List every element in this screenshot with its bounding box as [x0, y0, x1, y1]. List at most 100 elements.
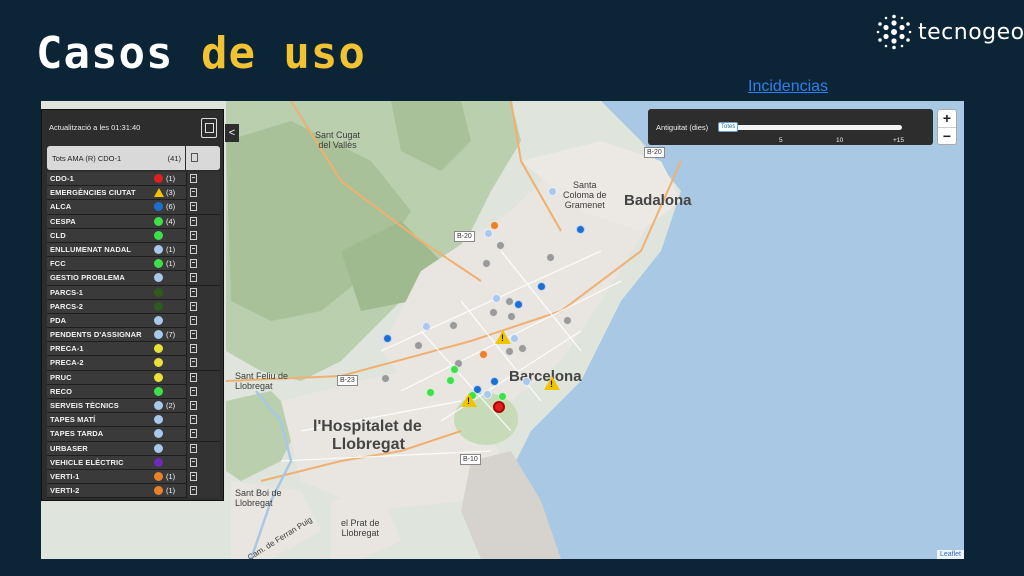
layer-row[interactable]: TAPES TARDA — [47, 427, 220, 442]
layer-row[interactable]: PRECA-2 — [47, 356, 220, 371]
incident-marker-alca[interactable] — [490, 377, 499, 386]
layer-row[interactable]: RECO — [47, 384, 220, 399]
layer-label: VERTI-1 — [50, 471, 80, 481]
map-view[interactable]: Sant Cugat del Vallès Santa Coloma de Gr… — [41, 101, 964, 559]
layer-row[interactable]: ENLLUMENAT NADAL (1) — [47, 242, 220, 258]
warning-marker-emergencies[interactable]: ! — [544, 376, 560, 390]
incident-marker-grey[interactable] — [449, 321, 458, 330]
incident-marker-grey[interactable] — [505, 347, 514, 356]
layer-row[interactable]: GESTIO PROBLEMA — [47, 271, 220, 286]
incident-marker-alca[interactable] — [576, 225, 585, 234]
layer-row[interactable]: PENDENTS D'ASSIGNAR (7) — [47, 328, 220, 343]
layer-doc-button[interactable] — [186, 384, 220, 399]
incident-marker-pendent[interactable] — [422, 322, 431, 331]
layer-row[interactable]: FCC (1) — [47, 257, 220, 272]
layer-doc-button[interactable] — [186, 370, 220, 385]
layer-doc-button[interactable] — [186, 242, 220, 257]
layer-row[interactable]: ALCA (6) — [47, 200, 220, 215]
incident-marker-grey[interactable] — [507, 312, 516, 321]
age-filter-handle[interactable]: Totes — [718, 122, 739, 132]
incident-marker-alca[interactable] — [383, 334, 392, 343]
incident-marker-cespa[interactable] — [426, 388, 435, 397]
layer-row[interactable]: VERTI-1 (1) — [47, 469, 220, 485]
incident-marker-cespa[interactable] — [450, 365, 459, 374]
layer-doc-button[interactable] — [186, 484, 220, 499]
road-label-b20: B-20 — [454, 231, 475, 242]
incident-marker-grey[interactable] — [496, 241, 505, 250]
layer-row[interactable]: PRECA-1 — [47, 342, 220, 357]
layer-color-dot — [154, 174, 163, 183]
incident-marker-pendent[interactable] — [510, 334, 519, 343]
layer-row[interactable]: EMERGÈNCIES CIUTAT (3) — [47, 186, 220, 201]
all-layers-doc-button[interactable] — [186, 146, 220, 170]
incident-marker-cespa[interactable] — [498, 392, 507, 401]
layer-row[interactable]: SERVEIS TÈCNICS (2) — [47, 399, 220, 414]
layer-doc-button[interactable] — [186, 200, 220, 215]
layer-row[interactable]: PARCS-2 — [47, 299, 220, 314]
layer-doc-button[interactable] — [186, 172, 220, 186]
zoom-control: + − — [937, 109, 957, 145]
layer-doc-button[interactable] — [186, 271, 220, 286]
layer-doc-button[interactable] — [186, 214, 220, 229]
incident-marker-grey[interactable] — [489, 308, 498, 317]
incident-marker-alca[interactable] — [537, 282, 546, 291]
layer-doc-button[interactable] — [186, 313, 220, 328]
incident-marker-pendent[interactable] — [492, 294, 501, 303]
incident-marker-pendent[interactable] — [522, 377, 531, 386]
layer-doc-button[interactable] — [186, 469, 220, 484]
layer-doc-button[interactable] — [186, 441, 220, 456]
incident-marker-alca[interactable] — [514, 300, 523, 309]
incident-marker-grey[interactable] — [505, 297, 514, 306]
layer-doc-button[interactable] — [186, 356, 220, 371]
layer-doc-button[interactable] — [186, 186, 220, 201]
incident-marker-grey[interactable] — [482, 259, 491, 268]
layer-doc-button[interactable] — [186, 257, 220, 272]
incident-marker-grey[interactable] — [563, 316, 572, 325]
layer-row[interactable]: CESPA (4) — [47, 214, 220, 229]
layer-doc-button[interactable] — [186, 299, 220, 314]
layer-doc-button[interactable] — [186, 427, 220, 442]
layer-doc-button[interactable] — [186, 285, 220, 300]
tecnogeo-dots-icon — [876, 14, 912, 50]
layer-row[interactable]: CLD — [47, 228, 220, 243]
incident-marker-pendent[interactable] — [483, 390, 492, 399]
incident-marker-grey[interactable] — [414, 341, 423, 350]
zoom-out-button[interactable]: − — [938, 127, 956, 144]
layer-doc-button[interactable] — [186, 399, 220, 413]
incident-marker-grey[interactable] — [381, 374, 390, 383]
layer-row[interactable]: TAPES MATÍ — [47, 413, 220, 428]
road-label-b20-north: B-20 — [644, 147, 665, 158]
incident-marker-cdo1[interactable] — [493, 401, 505, 413]
collapse-panel-button[interactable]: < — [225, 124, 239, 142]
layer-doc-button[interactable] — [186, 455, 220, 470]
incident-marker-pendent[interactable] — [548, 187, 557, 196]
layer-row[interactable]: CDO-1 (1) — [47, 172, 220, 187]
layer-count: (1) — [166, 486, 176, 496]
leaflet-attribution[interactable]: Leaflet — [936, 550, 964, 559]
incidencias-link[interactable]: Incidencias — [748, 78, 828, 96]
layer-doc-button[interactable] — [186, 342, 220, 357]
layer-label: GESTIO PROBLEMA — [50, 273, 125, 283]
layer-doc-button[interactable] — [186, 413, 220, 428]
zoom-in-button[interactable]: + — [938, 110, 956, 127]
layer-row[interactable]: VEHICLE ELÈCTRIC — [47, 455, 220, 470]
warning-marker-emergencies[interactable]: ! — [495, 330, 511, 344]
incident-marker-verti[interactable] — [490, 221, 499, 230]
layer-doc-button[interactable] — [186, 228, 220, 243]
warning-marker-emergencies[interactable]: ! — [461, 393, 477, 407]
incident-marker-grey[interactable] — [546, 253, 555, 262]
layer-row[interactable]: PDA — [47, 313, 220, 329]
layer-row[interactable]: PRUC — [47, 370, 220, 385]
layer-row[interactable]: PARCS-1 — [47, 285, 220, 300]
all-layers-row[interactable]: Tots AMA (R) CDO-1 (41) — [47, 146, 185, 170]
layer-row[interactable]: VERTI-2 (1) — [47, 484, 220, 499]
incident-marker-cespa[interactable] — [446, 376, 455, 385]
layer-label: TAPES MATÍ — [50, 415, 96, 425]
export-table-icon[interactable] — [201, 118, 217, 138]
incident-marker-verti[interactable] — [479, 350, 488, 359]
incident-marker-pendent[interactable] — [484, 229, 493, 238]
incident-marker-grey[interactable] — [518, 344, 527, 353]
layer-row[interactable]: URBASER — [47, 441, 220, 456]
age-filter-track[interactable] — [718, 125, 902, 130]
layer-doc-button[interactable] — [186, 328, 220, 343]
